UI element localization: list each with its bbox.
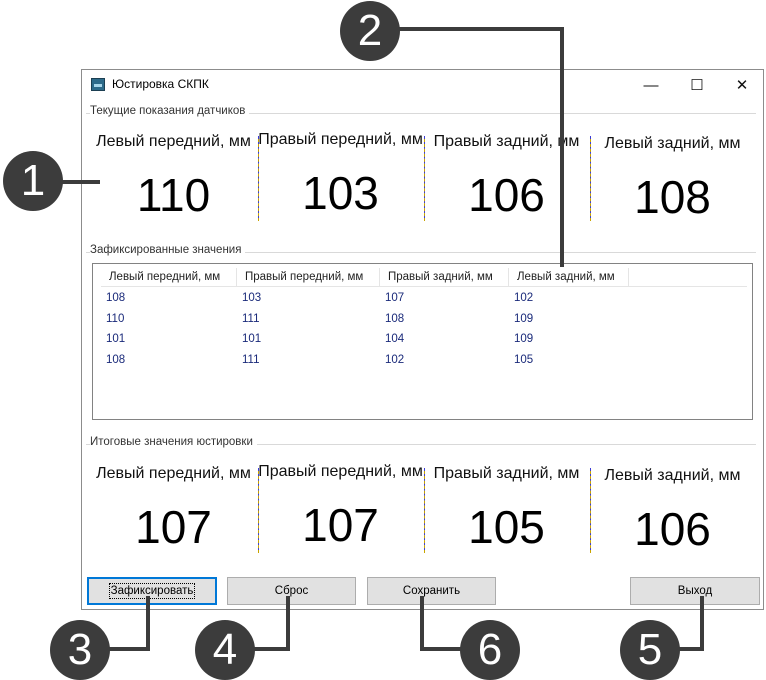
list-column-right-front[interactable]: Правый передний, мм bbox=[237, 268, 380, 286]
fix-button-label: Зафиксировать bbox=[108, 583, 196, 599]
callout-badge-6: 6 bbox=[460, 620, 520, 680]
result-col-right-front: Правый передний, мм 107 bbox=[258, 452, 423, 570]
list-item[interactable]: 108 103 107 102 bbox=[101, 288, 747, 308]
callout-leader-5 bbox=[700, 596, 704, 650]
callout-leader-6 bbox=[420, 596, 424, 650]
current-header-left-front: Левый передний, мм bbox=[96, 133, 251, 150]
list-cell: 108 bbox=[106, 292, 126, 304]
callout-leader-4 bbox=[252, 647, 290, 651]
fix-button[interactable]: Зафиксировать bbox=[87, 577, 217, 605]
result-value-left-front: 107 bbox=[135, 501, 212, 553]
list-item[interactable]: 110 111 108 109 bbox=[101, 309, 747, 329]
list-item[interactable]: 108 111 102 105 bbox=[101, 350, 747, 370]
list-cell: 105 bbox=[514, 354, 534, 366]
current-col-left-rear: Левый задний, мм 108 bbox=[590, 120, 755, 238]
minimize-button[interactable]: — bbox=[628, 70, 674, 100]
result-value-left-rear: 106 bbox=[634, 503, 711, 555]
callout-leader-5 bbox=[676, 647, 704, 651]
list-item[interactable]: 101 101 104 109 bbox=[101, 329, 747, 349]
save-button[interactable]: Сохранить bbox=[367, 577, 496, 605]
list-cell: 111 bbox=[242, 354, 260, 366]
current-col-right-rear: Правый задний, мм 106 bbox=[424, 120, 589, 238]
callout-leader-6 bbox=[420, 647, 462, 651]
result-header-right-front: Правый передний, мм bbox=[258, 463, 423, 480]
callout-badge-4: 4 bbox=[195, 620, 255, 680]
current-value-left-rear: 108 bbox=[634, 171, 711, 223]
callout-leader-3 bbox=[108, 647, 150, 651]
list-column-right-rear[interactable]: Правый задний, мм bbox=[380, 268, 509, 286]
fixed-values-list[interactable]: Левый передний, мм Правый передний, мм П… bbox=[92, 263, 753, 420]
list-cell: 109 bbox=[514, 333, 534, 345]
current-value-right-front: 103 bbox=[302, 167, 379, 219]
current-col-right-front: Правый передний, мм 103 bbox=[258, 120, 423, 238]
callout-leader-4 bbox=[286, 596, 290, 650]
list-header: Левый передний, мм Правый передний, мм П… bbox=[101, 268, 747, 287]
current-header-left-rear: Левый задний, мм bbox=[604, 135, 741, 152]
current-value-left-front: 110 bbox=[136, 169, 211, 221]
fixed-group-label: Зафиксированные значения bbox=[90, 244, 246, 256]
exit-button[interactable]: Выход bbox=[630, 577, 760, 605]
list-cell: 102 bbox=[385, 354, 405, 366]
app-window: Юстировка СКПК — ☐ ✕ Текущие показания д… bbox=[81, 69, 764, 610]
current-header-right-rear: Правый задний, мм bbox=[433, 133, 580, 150]
list-cell: 101 bbox=[242, 333, 262, 345]
current-readings-panel: Левый передний, мм 110 Правый передний, … bbox=[86, 120, 756, 238]
callout-badge-3: 3 bbox=[50, 620, 110, 680]
list-cell: 108 bbox=[385, 313, 405, 325]
result-value-right-front: 107 bbox=[302, 499, 379, 551]
result-col-left-rear: Левый задний, мм 106 bbox=[590, 452, 755, 570]
current-group-label: Текущие показания датчиков bbox=[90, 105, 250, 117]
callout-leader-2 bbox=[560, 27, 564, 267]
maximize-button[interactable]: ☐ bbox=[674, 70, 720, 100]
results-panel: Левый передний, мм 107 Правый передний, … bbox=[86, 452, 756, 570]
app-icon bbox=[91, 78, 105, 91]
list-column-left-rear[interactable]: Левый задний, мм bbox=[509, 268, 629, 286]
list-column-left-front[interactable]: Левый передний, мм bbox=[101, 268, 237, 286]
list-cell: 110 bbox=[106, 313, 125, 325]
callout-badge-1: 1 bbox=[3, 151, 63, 211]
close-button[interactable]: ✕ bbox=[719, 70, 765, 100]
callout-badge-2: 2 bbox=[340, 1, 400, 61]
result-value-right-rear: 105 bbox=[468, 501, 545, 553]
result-header-left-front: Левый передний, мм bbox=[96, 465, 251, 482]
window-title: Юстировка СКПК bbox=[112, 77, 209, 91]
reset-button[interactable]: Сброс bbox=[227, 577, 356, 605]
result-header-right-rear: Правый задний, мм bbox=[433, 465, 580, 482]
callout-badge-5: 5 bbox=[620, 620, 680, 680]
result-header-left-rear: Левый задний, мм bbox=[604, 467, 741, 484]
list-cell: 103 bbox=[242, 292, 262, 304]
list-cell: 102 bbox=[514, 292, 534, 304]
callout-leader-2 bbox=[398, 27, 564, 31]
callout-leader-1 bbox=[58, 180, 100, 184]
title-bar[interactable]: Юстировка СКПК — ☐ ✕ bbox=[82, 70, 763, 100]
list-cell: 101 bbox=[106, 333, 126, 345]
list-cell: 109 bbox=[514, 313, 534, 325]
current-col-left-front: Левый передний, мм 110 bbox=[91, 120, 256, 238]
results-group-label: Итоговые значения юстировки bbox=[90, 436, 257, 448]
current-header-right-front: Правый передний, мм bbox=[258, 131, 423, 148]
result-col-right-rear: Правый задний, мм 105 bbox=[424, 452, 589, 570]
callout-leader-3 bbox=[146, 596, 150, 650]
list-cell: 108 bbox=[106, 354, 126, 366]
list-cell: 107 bbox=[385, 292, 405, 304]
result-col-left-front: Левый передний, мм 107 bbox=[91, 452, 256, 570]
list-cell: 111 bbox=[242, 313, 260, 325]
list-cell: 104 bbox=[385, 333, 405, 345]
current-value-right-rear: 106 bbox=[468, 169, 545, 221]
